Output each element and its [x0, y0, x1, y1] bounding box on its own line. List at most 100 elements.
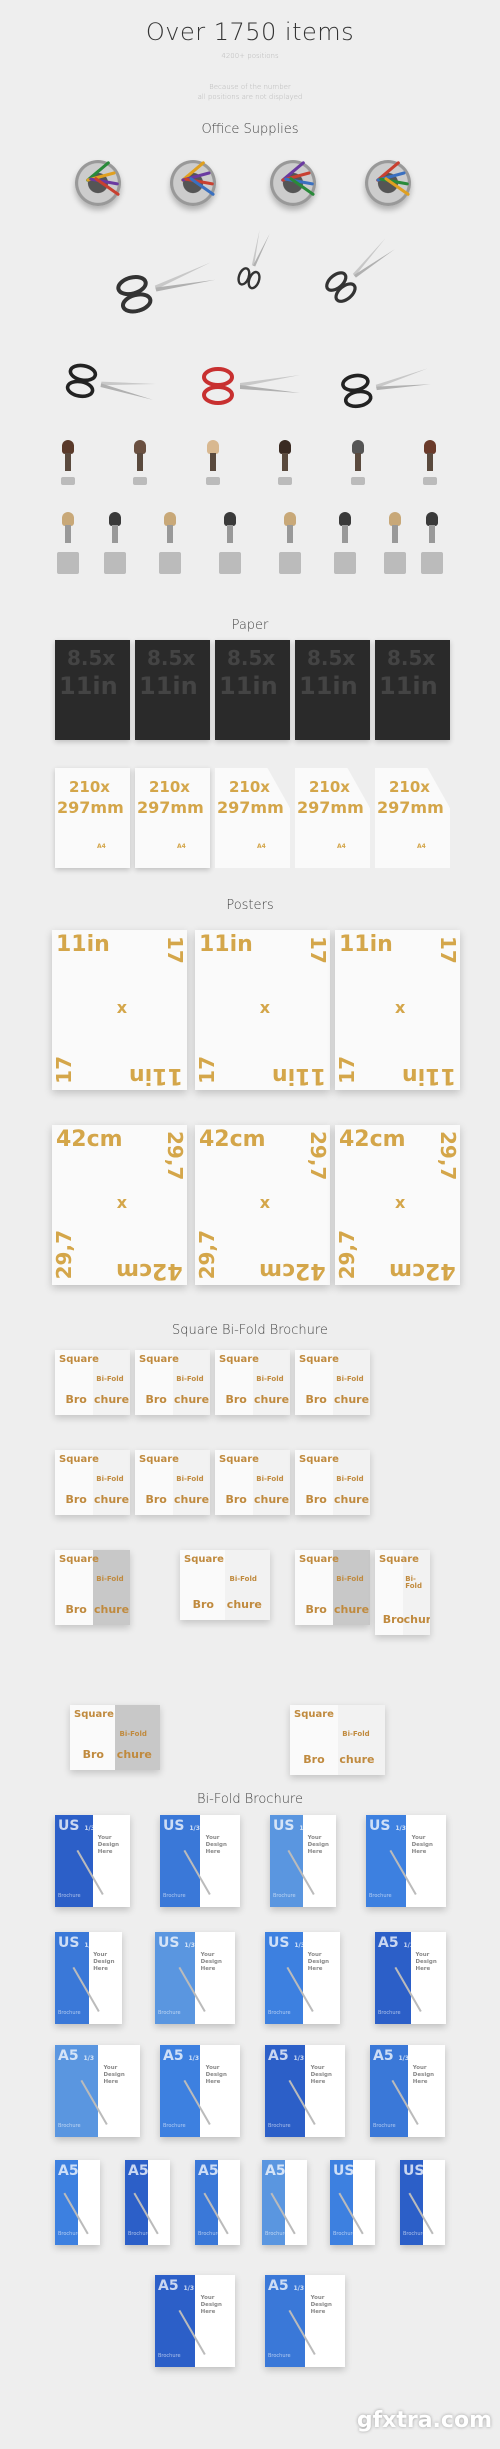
- mockup-text: Square: [294, 1709, 334, 1720]
- mockup-text: 8.5x: [227, 646, 276, 670]
- stamp-mockup: [420, 512, 444, 574]
- mockup-text: Bi-Fold: [405, 1575, 422, 1590]
- design-line: Your: [307, 1835, 322, 1842]
- stamp-mockup: [275, 440, 295, 485]
- brochure-label: Brochure: [58, 1893, 81, 1899]
- design-line: Here: [93, 1966, 108, 1973]
- brochure-label: Brochure: [268, 2010, 291, 2016]
- design-text: Your Design Here: [308, 1952, 329, 1973]
- pen-cup-mockup: [270, 160, 316, 206]
- mockup-text: 11in: [56, 932, 110, 957]
- design-line: Design: [310, 2302, 332, 2309]
- fraction: 1/3: [359, 2170, 370, 2177]
- design-line: Here: [205, 2079, 221, 2086]
- mockup-text: Bro: [145, 1393, 167, 1406]
- brochure-label: Brochure: [403, 2231, 426, 2237]
- design-line: Here: [97, 1849, 113, 1856]
- brochure-label: Brochure: [58, 2231, 81, 2237]
- brochure-label: Brochure: [273, 1893, 296, 1899]
- subtitle: 4200+ positions: [221, 52, 279, 60]
- bifold-brochure-mockup: US 1/3 Your Design Here Brochure: [366, 1815, 446, 1907]
- format-label: A5 1/3: [268, 2278, 304, 2294]
- poster-mockup: 11in 17 x 11in 17: [195, 930, 330, 1090]
- bifold-brochure-mockup: US 1/3 Your Design Here Brochure: [55, 1815, 130, 1907]
- design-line: Your: [310, 2065, 325, 2072]
- mockup-text: 17: [306, 936, 330, 964]
- design-line: Design: [103, 2072, 125, 2079]
- mockup-text: Square: [139, 1454, 179, 1465]
- mockup-text: 8.5x: [307, 646, 356, 670]
- mockup-text: 11in: [129, 1063, 183, 1088]
- design-line: Here: [411, 1849, 427, 1856]
- bifold-brochure-mockup: A5 1/3 Brochure: [55, 2160, 100, 2245]
- design-text: Your Design Here: [415, 1952, 436, 1973]
- mockup-text: Bro: [192, 1598, 214, 1611]
- bifold-brochure-mockup: US 1/3 Your Design Here Brochure: [155, 1932, 235, 2024]
- mockup-text: 17: [335, 1056, 359, 1084]
- design-line: Here: [103, 2079, 119, 2086]
- mockup-text: 8.5x: [387, 646, 436, 670]
- square-brochure-mockup: Square Bi-Fold Bro chure: [135, 1450, 210, 1515]
- mockup-text: Square: [139, 1354, 179, 1365]
- bifold-brochure-mockup: US 1/3 Your Design Here Brochure: [270, 1815, 336, 1907]
- bifold-brochure-mockup: A5 1/3 Your Design Here Brochure: [160, 2045, 240, 2137]
- design-line: Your: [200, 1952, 215, 1959]
- bifold-brochure-mockup: US 1/3 Brochure: [330, 2160, 375, 2245]
- square-brochure-mockup: Square Bi-Fold Bro chure: [55, 1550, 130, 1625]
- format-label: A5 1/3: [158, 2278, 194, 2294]
- design-text: Your Design Here: [206, 1835, 227, 1856]
- design-line: Here: [310, 2309, 326, 2316]
- design-line: Your: [97, 1835, 112, 1842]
- fraction: 1/3: [398, 2055, 409, 2062]
- mockup-text: 17: [52, 1056, 76, 1084]
- square-brochure-mockup: Square Bi-Fold Bro chure: [215, 1350, 290, 1415]
- pen-cup-mockup: [75, 160, 121, 206]
- square-brochure-mockup: Square Bi-Fold Bro chure: [135, 1350, 210, 1415]
- design-line: Here: [415, 1966, 431, 1973]
- note-line: all positions are not displayed: [197, 93, 303, 101]
- mockup-text: 29,7: [335, 1229, 359, 1279]
- mockup-text: 42cm: [116, 1258, 183, 1283]
- bifold-brochure-mockup: A5 1/3 Your Design Here Brochure: [370, 2045, 445, 2137]
- design-text: Your Design Here: [206, 2065, 227, 2086]
- white-paper-mockup: 210x 297mm A4: [215, 768, 290, 868]
- design-line: Your: [103, 2065, 118, 2072]
- mockup-text: Bro: [225, 1393, 247, 1406]
- mockup-text: 42cm: [339, 1127, 406, 1152]
- mockup-text: Bro: [65, 1603, 87, 1616]
- square-brochure-mockup: Square Bi-Fold Bro chure: [295, 1550, 370, 1625]
- brochure-label: Brochure: [58, 2123, 81, 2129]
- design-text: Your Design Here: [201, 2295, 222, 2316]
- bifold-brochure-mockup: US 1/3 Your Design Here Brochure: [265, 1932, 340, 2024]
- mockup-text: 29,7: [52, 1229, 76, 1279]
- mockup-text: 11in: [272, 1063, 326, 1088]
- mockup-text: Square: [59, 1554, 99, 1565]
- white-paper-mockup: 210x 297mm A4: [295, 768, 370, 868]
- mockup-text: Bro: [305, 1393, 327, 1406]
- mockup-text: chure: [94, 1603, 130, 1616]
- mockup-text: 210x: [229, 778, 270, 796]
- mockup-text: Bi-Fold: [256, 1475, 284, 1483]
- design-line: Your: [412, 2065, 427, 2072]
- black-paper-mockup: 8.5x 11in: [135, 640, 210, 740]
- stamp-mockup: [333, 512, 357, 574]
- mockup-text: 210x: [309, 778, 350, 796]
- stamp-mockup: [58, 440, 78, 485]
- scissors-mockup: [65, 363, 156, 405]
- mockup-text: 11in: [379, 672, 438, 700]
- mockup-text: 42cm: [199, 1127, 266, 1152]
- fraction: 1/3: [293, 2285, 304, 2292]
- mockup-text: 17: [436, 936, 460, 964]
- mockup-text: Bi-Fold: [176, 1475, 204, 1483]
- format-label: A5 1/3: [268, 2048, 304, 2064]
- fraction: 1/3: [83, 2055, 94, 2062]
- mockup-text: Square: [219, 1354, 259, 1365]
- mockup-text: chure: [254, 1493, 290, 1506]
- format-label: A5 1/3: [58, 2048, 94, 2064]
- white-paper-mockup: 210x 297mm A4: [135, 768, 210, 868]
- note: Because of the number all positions are n…: [0, 82, 500, 102]
- design-line: Design: [307, 1842, 329, 1849]
- stamp-mockup: [420, 440, 440, 485]
- format-label: US 1/3: [273, 1818, 310, 1834]
- fraction: 1/3: [183, 2285, 194, 2292]
